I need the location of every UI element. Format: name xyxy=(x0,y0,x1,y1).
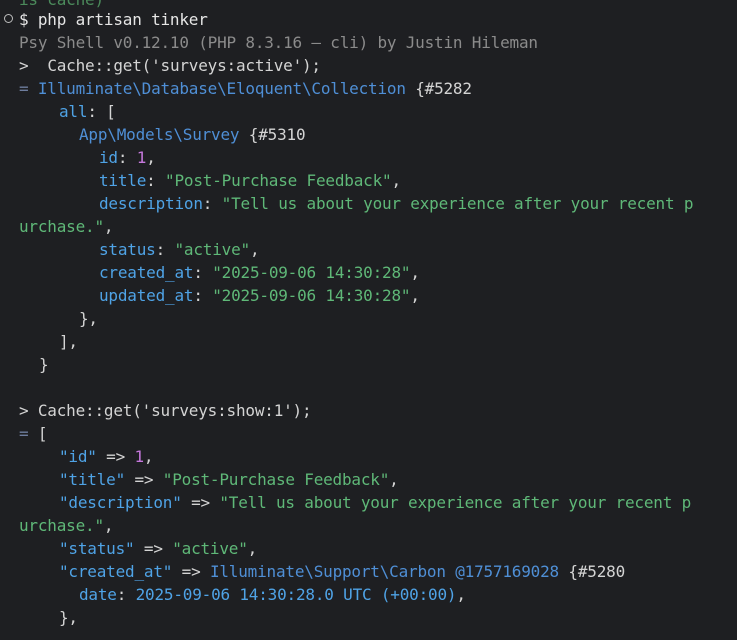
tinker-input-2: > Cache::get('surveys:show:1'); xyxy=(19,401,312,420)
tinker-input-1: > Cache::get('surveys:active'); xyxy=(19,56,321,75)
result-2-header: = [ xyxy=(19,424,48,443)
model-header: App\Models\Survey {#5310 xyxy=(79,125,306,144)
psysh-banner: Psy Shell v0.12.10 (PHP 8.3.16 — cli) by… xyxy=(19,33,538,52)
carbon-date: date: 2025-09-06 14:30:28.0 UTC (+00:00)… xyxy=(79,585,466,604)
model-field-id: id: 1, xyxy=(99,148,156,167)
model-field-updated-at: updated_at: "2025-09-06 14:30:28", xyxy=(99,286,420,305)
array-close: ], xyxy=(59,332,78,351)
array-field-description-wrap: urchase.", xyxy=(19,516,114,535)
collection-close: } xyxy=(39,355,49,374)
result-1-header: = Illuminate\Database\Eloquent\Collectio… xyxy=(19,79,472,98)
model-close: }, xyxy=(79,309,98,328)
command-line: $ php artisan tinker xyxy=(19,10,208,29)
array-field-status: "status" => "active", xyxy=(59,539,258,558)
array-field-created-at: "created_at" => Illuminate\Support\Carbo… xyxy=(59,562,625,581)
array-field-id: "id" => 1, xyxy=(59,447,154,466)
carbon-close: }, xyxy=(59,608,78,627)
prompt-status-icon xyxy=(4,14,13,23)
model-field-title: title: "Post-Purchase Feedback", xyxy=(99,171,401,190)
model-field-description-wrap: urchase.", xyxy=(19,217,114,236)
model-field-status: status: "active", xyxy=(99,240,260,259)
model-field-created-at: created_at: "2025-09-06 14:30:28", xyxy=(99,263,420,282)
array-field-title: "title" => "Post-Purchase Feedback", xyxy=(59,470,399,489)
collection-all: all: [ xyxy=(59,102,116,121)
model-field-description: description: "Tell us about your experie… xyxy=(99,194,694,213)
terminal-window[interactable]: is cache) $ php artisan tinker Psy Shell… xyxy=(0,0,737,640)
array-field-description: "description" => "Tell us about your exp… xyxy=(59,493,692,512)
